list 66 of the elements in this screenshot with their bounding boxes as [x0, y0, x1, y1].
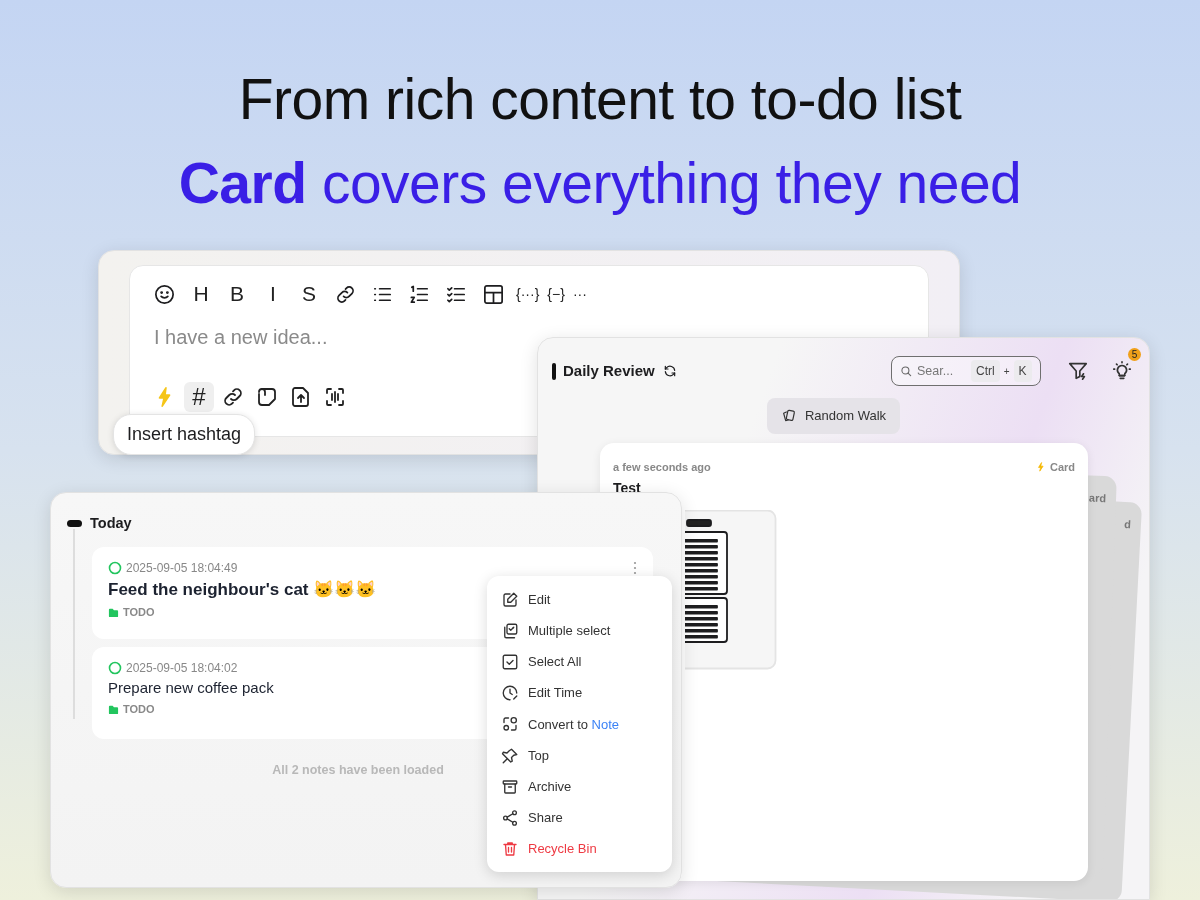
- menu-item[interactable]: Recycle Bin: [487, 833, 672, 865]
- random-walk-button[interactable]: Random Walk: [766, 398, 901, 434]
- keyboard-key: Ctrl: [971, 360, 1000, 382]
- menu-item[interactable]: Multiple select: [487, 615, 672, 647]
- checkbox-icon[interactable]: [108, 660, 122, 675]
- folder-icon: [108, 607, 119, 618]
- note-title: Prepare new coffee pack: [108, 677, 274, 698]
- headline: From rich content to to-do list: [237, 68, 963, 131]
- notification-badge: 5: [1128, 348, 1141, 361]
- toolbar-button[interactable]: {−}: [547, 280, 565, 308]
- menu-item[interactable]: Edit: [487, 584, 672, 616]
- search-icon: [899, 364, 913, 378]
- search-bar[interactable]: Sear... Ctrl + K: [891, 356, 1041, 386]
- timeline-marker: [67, 520, 82, 528]
- note-icon: [255, 385, 279, 409]
- note-title: Feed the neighbour's cat 🐱🐱🐱: [108, 578, 377, 601]
- menu-item[interactable]: Convert to Note: [487, 708, 672, 740]
- smiley-icon[interactable]: [153, 282, 176, 306]
- edit-icon: [501, 590, 519, 609]
- convert-icon: [501, 715, 519, 734]
- title-marker: [552, 362, 556, 380]
- toolbar-button[interactable]: I: [259, 280, 287, 308]
- window-title: Daily Review: [563, 360, 655, 381]
- pin-icon: [501, 746, 519, 765]
- menu-item[interactable]: Archive: [487, 771, 672, 803]
- search-field[interactable]: Sear...: [917, 361, 967, 381]
- filter-icon: [1067, 360, 1089, 382]
- load-status: All 2 notes have been loaded: [272, 761, 444, 779]
- toolbar-button[interactable]: B: [223, 280, 251, 308]
- table-icon[interactable]: [482, 282, 505, 306]
- toolbar-button[interactable]: S: [295, 280, 323, 308]
- section-heading: Today: [90, 514, 132, 533]
- toolbar-button[interactable]: {···}: [516, 280, 540, 308]
- timestamp: 2025-09-05 18:04:02: [126, 659, 238, 677]
- card-type-label: Card: [1049, 460, 1075, 475]
- keyboard-key: K: [1013, 360, 1032, 382]
- trash-icon: [501, 840, 519, 859]
- timestamp: 2025-09-05 18:04:49: [126, 559, 238, 577]
- cards-icon: [780, 407, 797, 424]
- folder-icon: [108, 704, 119, 715]
- tag-label[interactable]: TODO: [123, 604, 155, 621]
- multi-select-icon: [501, 621, 519, 640]
- numbered-list-icon[interactable]: [408, 282, 431, 306]
- toolbar-button[interactable]: ···: [572, 280, 587, 308]
- key-separator: +: [1003, 364, 1010, 379]
- checkbox-icon: [501, 652, 519, 671]
- checkbox-icon[interactable]: [108, 560, 122, 575]
- lightbulb-icon: [1111, 360, 1133, 382]
- timestamp: a few seconds ago: [613, 460, 711, 475]
- archive-icon: [501, 777, 519, 796]
- menu-item[interactable]: Edit Time: [487, 677, 672, 709]
- tag-label[interactable]: TODO: [123, 701, 155, 718]
- bolt-icon: [1035, 461, 1046, 474]
- link-icon: [221, 385, 245, 409]
- share-icon: [501, 808, 519, 827]
- clock-icon: [501, 684, 519, 703]
- menu-item[interactable]: Top: [487, 739, 672, 772]
- toolbar-button[interactable]: H: [187, 280, 215, 308]
- voice-icon: [323, 385, 347, 409]
- toolbar-button[interactable]: #: [184, 382, 214, 412]
- menu-item[interactable]: Select All: [487, 646, 672, 678]
- headline: Card covers everything they need: [177, 152, 1023, 215]
- tooltip: Insert hashtag: [113, 414, 256, 455]
- menu-item[interactable]: Share: [487, 802, 672, 834]
- card-label: ard: [1088, 491, 1107, 505]
- card-label: d: [1123, 517, 1132, 531]
